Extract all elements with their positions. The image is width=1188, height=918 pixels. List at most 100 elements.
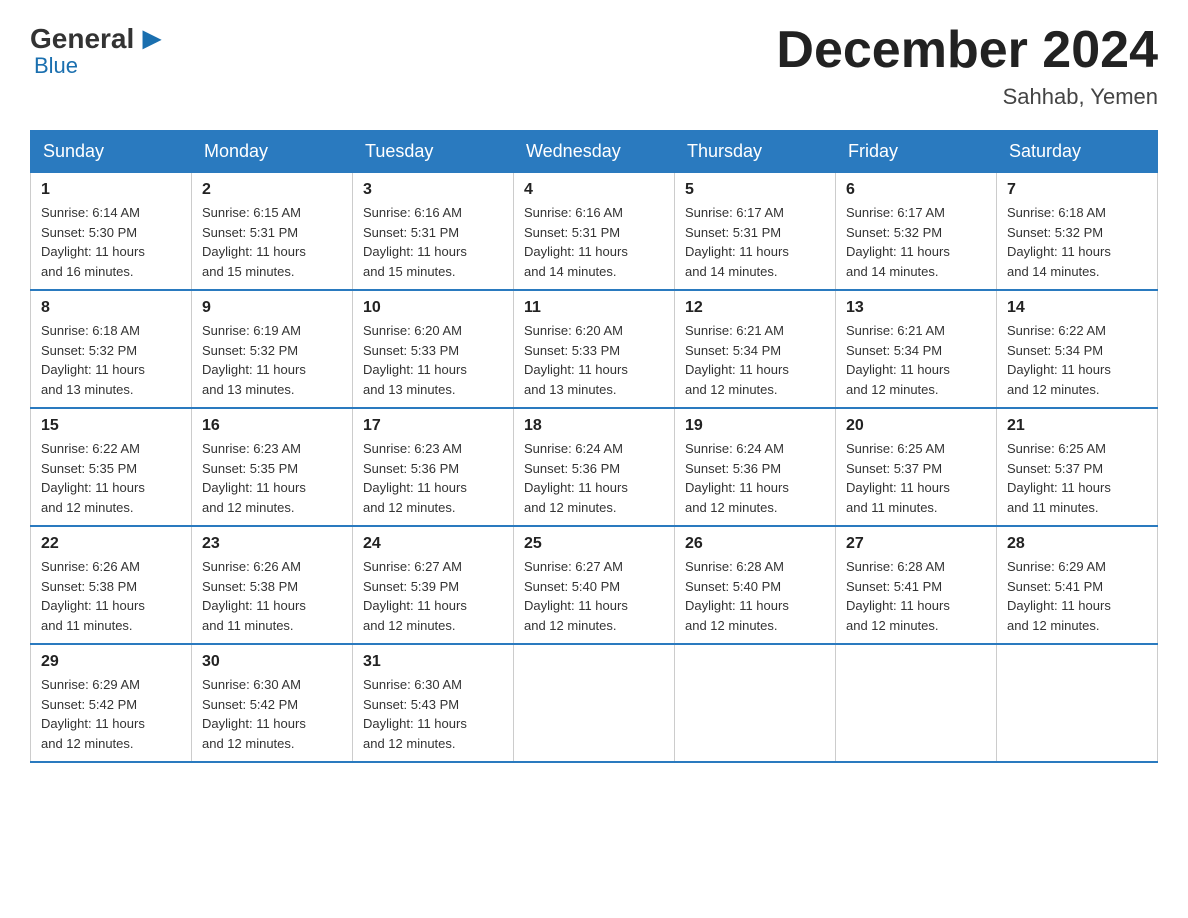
calendar-week-row: 8 Sunrise: 6:18 AMSunset: 5:32 PMDaylight…: [31, 290, 1158, 408]
day-number: 1: [41, 181, 181, 199]
col-wednesday: Wednesday: [514, 131, 675, 173]
day-number: 25: [524, 535, 664, 553]
day-number: 31: [363, 653, 503, 671]
day-number: 13: [846, 299, 986, 317]
day-info: Sunrise: 6:19 AMSunset: 5:32 PMDaylight:…: [202, 321, 342, 399]
day-info: Sunrise: 6:27 AMSunset: 5:40 PMDaylight:…: [524, 557, 664, 635]
calendar-week-row: 29Sunrise: 6:29 AMSunset: 5:42 PMDayligh…: [31, 644, 1158, 762]
day-number: 24: [363, 535, 503, 553]
table-row: 28Sunrise: 6:29 AMSunset: 5:41 PMDayligh…: [997, 526, 1158, 644]
page-header: General ► Blue December 2024 Sahhab, Yem…: [30, 20, 1158, 110]
day-number: 16: [202, 417, 342, 435]
day-info: Sunrise: 6:25 AMSunset: 5:37 PMDaylight:…: [1007, 439, 1147, 517]
table-row: 10 Sunrise: 6:20 AMSunset: 5:33 PMDayligh…: [353, 290, 514, 408]
day-number: 4: [524, 181, 664, 199]
table-row: 18 Sunrise: 6:24 AMSunset: 5:36 PMDayligh…: [514, 408, 675, 526]
day-info: Sunrise: 6:18 AMSunset: 5:32 PMDaylight:…: [1007, 203, 1147, 281]
day-info: Sunrise: 6:23 AMSunset: 5:35 PMDaylight:…: [202, 439, 342, 517]
day-info: Sunrise: 6:29 AMSunset: 5:42 PMDaylight:…: [41, 675, 181, 753]
table-row: 12 Sunrise: 6:21 AMSunset: 5:34 PMDayligh…: [675, 290, 836, 408]
day-info: Sunrise: 6:16 AMSunset: 5:31 PMDaylight:…: [524, 203, 664, 281]
day-info: Sunrise: 6:23 AMSunset: 5:36 PMDaylight:…: [363, 439, 503, 517]
day-info: Sunrise: 6:17 AMSunset: 5:31 PMDaylight:…: [685, 203, 825, 281]
day-number: 2: [202, 181, 342, 199]
table-row: 6 Sunrise: 6:17 AMSunset: 5:32 PMDaylight…: [836, 173, 997, 291]
day-info: Sunrise: 6:28 AMSunset: 5:41 PMDaylight:…: [846, 557, 986, 635]
day-number: 10: [363, 299, 503, 317]
calendar-table: Sunday Monday Tuesday Wednesday Thursday…: [30, 130, 1158, 763]
day-info: Sunrise: 6:18 AMSunset: 5:32 PMDaylight:…: [41, 321, 181, 399]
table-row: 2Sunrise: 6:15 AMSunset: 5:31 PMDaylight…: [192, 173, 353, 291]
day-info: Sunrise: 6:17 AMSunset: 5:32 PMDaylight:…: [846, 203, 986, 281]
day-info: Sunrise: 6:22 AMSunset: 5:34 PMDaylight:…: [1007, 321, 1147, 399]
logo-blue-text: Blue: [34, 53, 78, 79]
day-info: Sunrise: 6:21 AMSunset: 5:34 PMDaylight:…: [685, 321, 825, 399]
day-info: Sunrise: 6:24 AMSunset: 5:36 PMDaylight:…: [524, 439, 664, 517]
table-row: 13 Sunrise: 6:21 AMSunset: 5:34 PMDayligh…: [836, 290, 997, 408]
table-row: 11 Sunrise: 6:20 AMSunset: 5:33 PMDayligh…: [514, 290, 675, 408]
day-number: 8: [41, 299, 181, 317]
day-number: 23: [202, 535, 342, 553]
day-info: Sunrise: 6:20 AMSunset: 5:33 PMDaylight:…: [363, 321, 503, 399]
title-block: December 2024 Sahhab, Yemen: [776, 20, 1158, 110]
table-row: 29Sunrise: 6:29 AMSunset: 5:42 PMDayligh…: [31, 644, 192, 762]
logo-arrow-icon: ►: [136, 20, 168, 57]
table-row: 24 Sunrise: 6:27 AMSunset: 5:39 PMDayligh…: [353, 526, 514, 644]
table-row: 3 Sunrise: 6:16 AMSunset: 5:31 PMDaylight…: [353, 173, 514, 291]
table-row: 4 Sunrise: 6:16 AMSunset: 5:31 PMDaylight…: [514, 173, 675, 291]
table-row: 30 Sunrise: 6:30 AMSunset: 5:42 PMDayligh…: [192, 644, 353, 762]
table-row: [997, 644, 1158, 762]
day-info: Sunrise: 6:30 AMSunset: 5:42 PMDaylight:…: [202, 675, 342, 753]
day-number: 22: [41, 535, 181, 553]
location-title: Sahhab, Yemen: [776, 84, 1158, 110]
col-thursday: Thursday: [675, 131, 836, 173]
table-row: 8 Sunrise: 6:18 AMSunset: 5:32 PMDaylight…: [31, 290, 192, 408]
day-number: 5: [685, 181, 825, 199]
day-number: 3: [363, 181, 503, 199]
table-row: [514, 644, 675, 762]
day-info: Sunrise: 6:22 AMSunset: 5:35 PMDaylight:…: [41, 439, 181, 517]
col-monday: Monday: [192, 131, 353, 173]
col-tuesday: Tuesday: [353, 131, 514, 173]
table-row: 25 Sunrise: 6:27 AMSunset: 5:40 PMDayligh…: [514, 526, 675, 644]
day-number: 21: [1007, 417, 1147, 435]
day-number: 15: [41, 417, 181, 435]
day-number: 30: [202, 653, 342, 671]
day-number: 12: [685, 299, 825, 317]
table-row: 1Sunrise: 6:14 AMSunset: 5:30 PMDaylight…: [31, 173, 192, 291]
table-row: 27 Sunrise: 6:28 AMSunset: 5:41 PMDayligh…: [836, 526, 997, 644]
table-row: 23Sunrise: 6:26 AMSunset: 5:38 PMDayligh…: [192, 526, 353, 644]
table-row: 22Sunrise: 6:26 AMSunset: 5:38 PMDayligh…: [31, 526, 192, 644]
day-info: Sunrise: 6:20 AMSunset: 5:33 PMDaylight:…: [524, 321, 664, 399]
table-row: [836, 644, 997, 762]
calendar-week-row: 15 Sunrise: 6:22 AMSunset: 5:35 PMDayligh…: [31, 408, 1158, 526]
day-number: 26: [685, 535, 825, 553]
day-number: 11: [524, 299, 664, 317]
calendar-week-row: 1Sunrise: 6:14 AMSunset: 5:30 PMDaylight…: [31, 173, 1158, 291]
day-info: Sunrise: 6:16 AMSunset: 5:31 PMDaylight:…: [363, 203, 503, 281]
day-number: 27: [846, 535, 986, 553]
day-number: 17: [363, 417, 503, 435]
day-number: 7: [1007, 181, 1147, 199]
day-info: Sunrise: 6:27 AMSunset: 5:39 PMDaylight:…: [363, 557, 503, 635]
logo-general-text: General: [30, 23, 134, 55]
table-row: 7 Sunrise: 6:18 AMSunset: 5:32 PMDaylight…: [997, 173, 1158, 291]
table-row: 14 Sunrise: 6:22 AMSunset: 5:34 PMDayligh…: [997, 290, 1158, 408]
day-number: 9: [202, 299, 342, 317]
table-row: 31 Sunrise: 6:30 AMSunset: 5:43 PMDayligh…: [353, 644, 514, 762]
day-number: 28: [1007, 535, 1147, 553]
table-row: 21 Sunrise: 6:25 AMSunset: 5:37 PMDayligh…: [997, 408, 1158, 526]
table-row: 9 Sunrise: 6:19 AMSunset: 5:32 PMDaylight…: [192, 290, 353, 408]
day-info: Sunrise: 6:28 AMSunset: 5:40 PMDaylight:…: [685, 557, 825, 635]
day-number: 18: [524, 417, 664, 435]
table-row: [675, 644, 836, 762]
day-number: 6: [846, 181, 986, 199]
day-info: Sunrise: 6:30 AMSunset: 5:43 PMDaylight:…: [363, 675, 503, 753]
calendar-week-row: 22Sunrise: 6:26 AMSunset: 5:38 PMDayligh…: [31, 526, 1158, 644]
day-info: Sunrise: 6:21 AMSunset: 5:34 PMDaylight:…: [846, 321, 986, 399]
table-row: 16 Sunrise: 6:23 AMSunset: 5:35 PMDayligh…: [192, 408, 353, 526]
table-row: 15 Sunrise: 6:22 AMSunset: 5:35 PMDayligh…: [31, 408, 192, 526]
table-row: 20Sunrise: 6:25 AMSunset: 5:37 PMDayligh…: [836, 408, 997, 526]
day-number: 14: [1007, 299, 1147, 317]
col-saturday: Saturday: [997, 131, 1158, 173]
